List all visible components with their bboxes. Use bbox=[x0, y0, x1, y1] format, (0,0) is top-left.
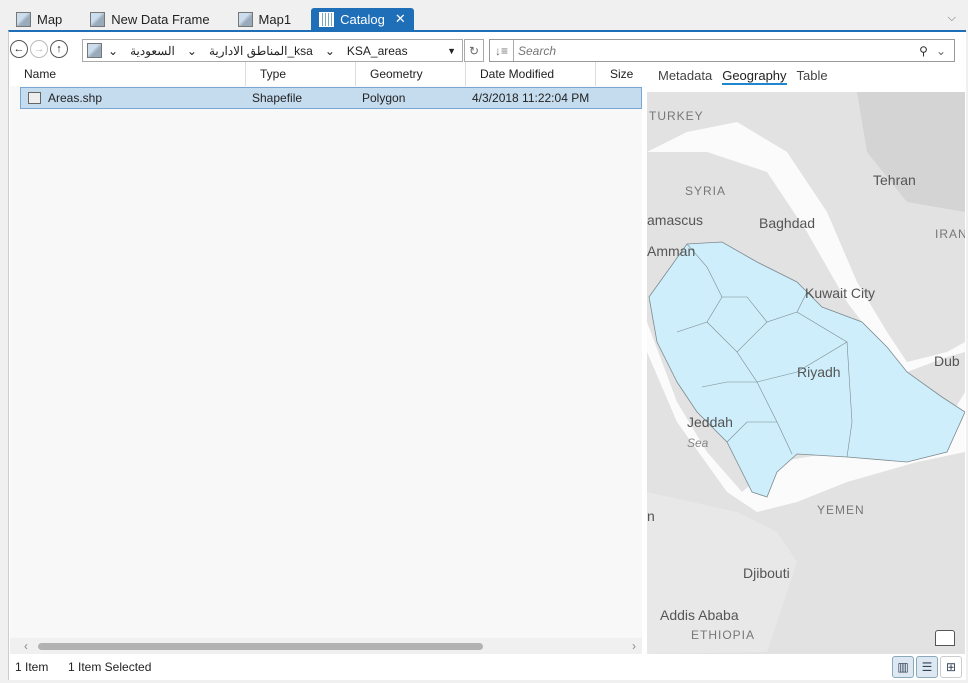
svg-text:YEMEN: YEMEN bbox=[817, 503, 865, 517]
legend-icon[interactable] bbox=[935, 630, 955, 646]
chevron-down-icon[interactable]: ⌄ bbox=[319, 44, 341, 58]
svg-text:Riyadh: Riyadh bbox=[797, 364, 841, 380]
svg-text:n: n bbox=[647, 508, 655, 524]
column-date-modified[interactable]: Date Modified bbox=[466, 62, 596, 86]
view-tiles-icon[interactable]: ⊞ bbox=[940, 656, 962, 678]
svg-text:Djibouti: Djibouti bbox=[743, 565, 790, 581]
svg-text:Amman: Amman bbox=[647, 243, 695, 259]
svg-text:amascus: amascus bbox=[647, 212, 703, 228]
svg-text:SYRIA: SYRIA bbox=[685, 184, 726, 198]
tab-geography[interactable]: Geography bbox=[722, 68, 787, 85]
breadcrumb-segment[interactable]: ksa_المناطق الادارية bbox=[203, 44, 319, 58]
tab-table[interactable]: Table bbox=[797, 68, 828, 85]
chevron-down-icon[interactable]: ⌵ bbox=[948, 12, 956, 25]
breadcrumb-segment[interactable]: KSA_areas bbox=[341, 44, 414, 58]
search-icon[interactable]: ⚲ bbox=[911, 44, 936, 58]
svg-text:TURKEY: TURKEY bbox=[649, 109, 704, 123]
svg-text:Dub: Dub bbox=[934, 353, 960, 369]
chevron-down-icon[interactable]: ⌄ bbox=[181, 44, 203, 58]
scrollbar-thumb[interactable] bbox=[38, 643, 483, 650]
tab-catalog[interactable]: Catalog ✕ bbox=[311, 8, 414, 30]
geography-preview-map[interactable]: TURKEY SYRIA amascus Amman Baghdad Tehra… bbox=[647, 92, 965, 654]
document-tabs: Map New Data Frame Map1 Catalog ✕ bbox=[8, 8, 968, 30]
scroll-left-icon[interactable]: ‹ bbox=[24, 639, 28, 653]
view-list-icon[interactable]: ☰ bbox=[916, 656, 938, 678]
up-icon[interactable]: ↑ bbox=[50, 40, 68, 58]
map-icon bbox=[90, 11, 106, 27]
chevron-down-icon[interactable]: ⌄ bbox=[102, 44, 124, 58]
table-row[interactable]: Areas.shp Shapefile Polygon 4/3/2018 11:… bbox=[20, 87, 642, 109]
svg-text:Tehran: Tehran bbox=[873, 172, 916, 188]
tab-new-data-frame[interactable]: New Data Frame bbox=[82, 8, 217, 30]
catalog-icon bbox=[319, 11, 335, 27]
tab-map[interactable]: Map bbox=[8, 8, 70, 30]
selected-count: 1 Item Selected bbox=[68, 660, 152, 674]
folder-icon bbox=[87, 43, 102, 58]
column-size[interactable]: Size bbox=[596, 62, 642, 86]
svg-text:ETHIOPIA: ETHIOPIA bbox=[691, 628, 755, 642]
chevron-down-icon[interactable]: ⌄ bbox=[936, 44, 954, 58]
search-box: ↓≡ ⚲ ⌄ bbox=[489, 39, 955, 62]
file-list: Name Type Geometry Date Modified Size Ar… bbox=[10, 62, 642, 654]
svg-text:Baghdad: Baghdad bbox=[759, 215, 815, 231]
view-details-panel-icon[interactable]: ▥ bbox=[892, 656, 914, 678]
svg-text:Jeddah: Jeddah bbox=[687, 414, 733, 430]
svg-text:Kuwait City: Kuwait City bbox=[805, 285, 875, 301]
column-geometry[interactable]: Geometry bbox=[356, 62, 466, 86]
scroll-right-icon[interactable]: › bbox=[632, 639, 636, 653]
refresh-icon[interactable]: ↻ bbox=[464, 39, 484, 62]
item-count: 1 Item bbox=[15, 660, 49, 674]
breadcrumb[interactable]: ⌄ السعودية ⌄ ksa_المناطق الادارية ⌄ KSA_… bbox=[82, 39, 463, 62]
sort-icon[interactable]: ↓≡ bbox=[490, 40, 514, 61]
breadcrumb-segment[interactable]: السعودية bbox=[124, 44, 181, 58]
map-icon bbox=[16, 11, 31, 27]
close-icon[interactable]: ✕ bbox=[395, 11, 406, 27]
svg-text:Sea: Sea bbox=[687, 436, 709, 450]
search-input[interactable] bbox=[514, 43, 912, 58]
svg-text:IRAN: IRAN bbox=[935, 227, 965, 241]
dropdown-icon[interactable]: ▼ bbox=[441, 46, 462, 56]
forward-icon[interactable]: → bbox=[30, 40, 48, 58]
svg-text:Addis Ababa: Addis Ababa bbox=[660, 607, 739, 623]
tab-metadata[interactable]: Metadata bbox=[658, 68, 712, 85]
column-name[interactable]: Name bbox=[10, 62, 246, 86]
horizontal-scrollbar[interactable]: ‹ › bbox=[10, 638, 642, 654]
tab-map1[interactable]: Map1 bbox=[230, 8, 300, 30]
shapefile-icon bbox=[28, 92, 41, 104]
column-type[interactable]: Type bbox=[246, 62, 356, 86]
map-icon bbox=[237, 11, 253, 27]
back-icon[interactable]: ← bbox=[10, 40, 28, 58]
